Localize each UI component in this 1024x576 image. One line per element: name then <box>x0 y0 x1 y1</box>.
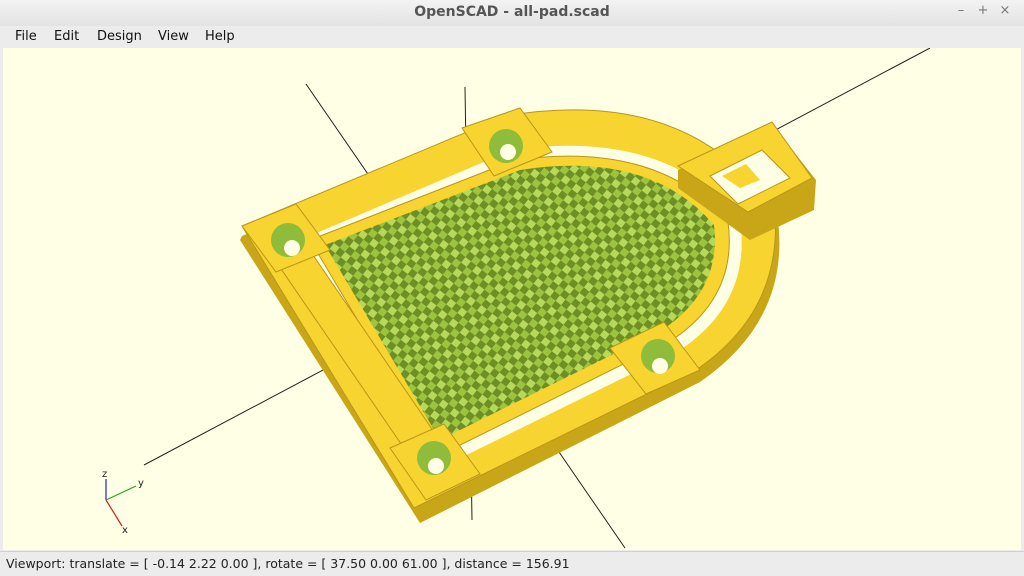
axis-label-x: x <box>122 525 128 536</box>
axis-indicator: z y x <box>102 469 144 536</box>
menu-view[interactable]: View <box>158 29 189 44</box>
application-window: OpenSCAD - all-pad.scad – + × File Edit … <box>0 0 1024 576</box>
axis-label-y: y <box>138 478 144 489</box>
maximize-button[interactable]: + <box>974 3 992 18</box>
title-bar[interactable]: OpenSCAD - all-pad.scad – + × <box>0 0 1024 27</box>
viewport-status: Viewport: translate = [ -0.14 2.22 0.00 … <box>6 556 570 571</box>
menu-edit[interactable]: Edit <box>54 29 79 44</box>
3d-viewport[interactable]: z y x <box>3 48 1021 550</box>
menu-help[interactable]: Help <box>205 29 235 44</box>
status-bar: Viewport: translate = [ -0.14 2.22 0.00 … <box>0 551 1024 576</box>
close-button[interactable]: × <box>996 3 1014 18</box>
menu-file[interactable]: File <box>15 29 37 44</box>
menu-design[interactable]: Design <box>97 29 142 44</box>
menu-bar: File Edit Design View Help <box>0 26 1024 48</box>
pad-model <box>240 107 816 523</box>
minimize-button[interactable]: – <box>952 3 970 18</box>
axis-label-z: z <box>102 469 107 480</box>
model-render: z y x <box>102 48 931 549</box>
window-title: OpenSCAD - all-pad.scad <box>414 4 610 20</box>
